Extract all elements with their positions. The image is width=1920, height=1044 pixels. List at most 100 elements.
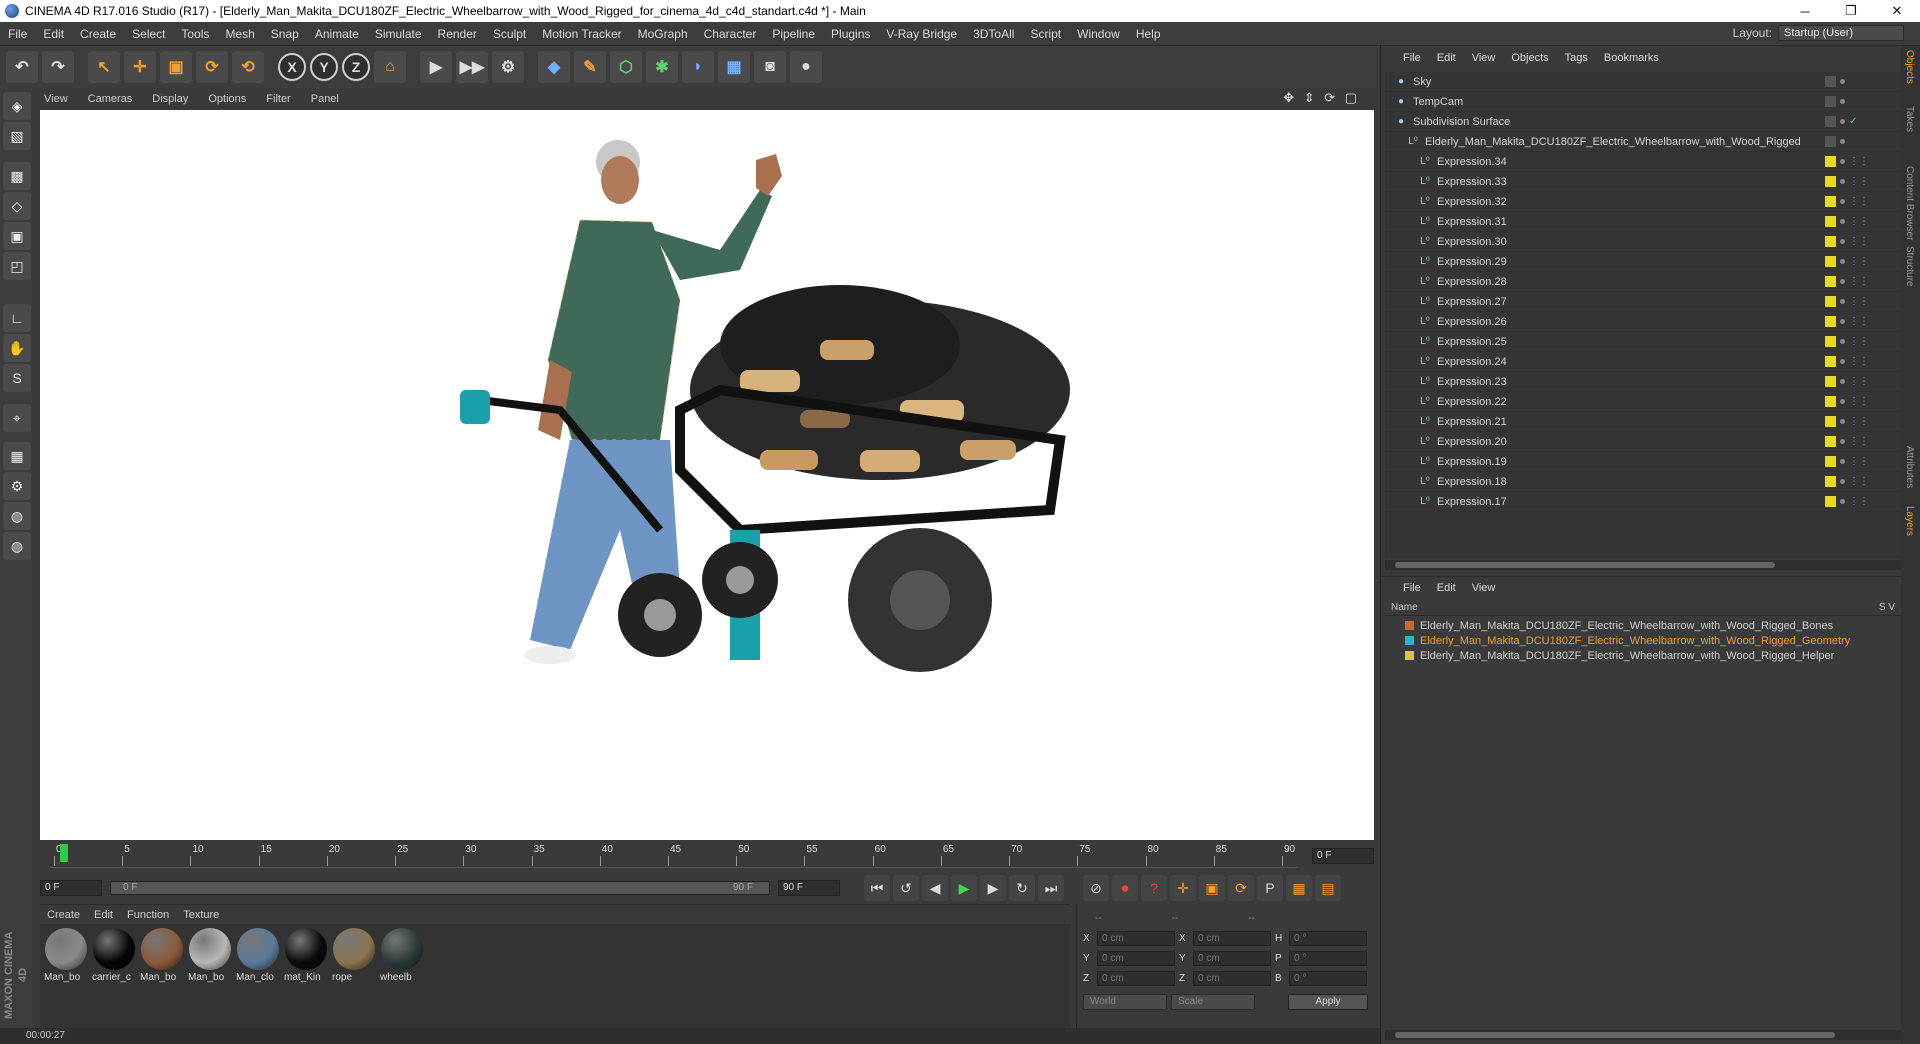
left-palette-tool-9[interactable]: ⌖ <box>3 404 31 432</box>
menu-snap[interactable]: Snap <box>263 27 307 41</box>
render-settings-button[interactable]: ⚙ <box>492 51 524 83</box>
menu-animate[interactable]: Animate <box>307 27 367 41</box>
material-swatch[interactable]: Man_bo <box>188 928 232 1024</box>
left-palette-tool-4[interactable]: ▣ <box>3 222 31 250</box>
coord-size-field[interactable]: 0 cm <box>1193 970 1271 986</box>
key-parameter-button[interactable]: P <box>1257 875 1283 901</box>
next-frame-button[interactable]: ▶ <box>980 875 1006 901</box>
object-menu-objects[interactable]: Objects <box>1503 52 1556 64</box>
menu-mograph[interactable]: MoGraph <box>630 27 696 41</box>
timeline[interactable]: 0 5 10 15 20 25 30 35 40 45 50 55 60 65 70 75 80 85 90 0 F <box>40 842 1374 872</box>
visibility-dot[interactable] <box>1840 79 1845 84</box>
vertical-tab-objects[interactable]: Objects <box>1904 50 1915 84</box>
current-frame-field[interactable]: 0 F <box>1312 848 1374 864</box>
object-flags[interactable]: ⋮⋮ <box>1825 316 1869 327</box>
floor-button[interactable]: ▦ <box>718 51 750 83</box>
object-flags[interactable] <box>1825 136 1849 147</box>
material-swatch[interactable]: Man_bo <box>44 928 88 1024</box>
material-swatch[interactable]: wheelb <box>380 928 424 1024</box>
material-menu-function[interactable]: Function <box>120 909 176 921</box>
minimize-button[interactable]: ─ <box>1782 0 1828 22</box>
menu-window[interactable]: Window <box>1069 27 1128 41</box>
object-row[interactable]: L⁰ Expression.25 ⋮⋮ <box>1385 332 1901 352</box>
menu-mesh[interactable]: Mesh <box>217 27 262 41</box>
layout-dropdown[interactable]: Startup (User) <box>1778 25 1904 41</box>
object-row[interactable]: L⁰ Expression.29 ⋮⋮ <box>1385 252 1901 272</box>
left-palette-tool-6[interactable]: ∟ <box>3 304 31 332</box>
vertical-tab-attributes[interactable]: Attributes <box>1904 446 1915 488</box>
menu-help[interactable]: Help <box>1128 27 1169 41</box>
prev-frame-button[interactable]: ◀ <box>922 875 948 901</box>
viewport-navigation-icons[interactable]: ✥ ⇕ ⟳ ▢ <box>1283 90 1360 106</box>
recent-tool-button[interactable]: ⟲ <box>232 51 264 83</box>
coord-pos-field[interactable]: 0 cm <box>1097 970 1175 986</box>
object-menu-bookmarks[interactable]: Bookmarks <box>1596 52 1667 64</box>
visibility-dot[interactable] <box>1840 459 1845 464</box>
layer-color-swatch[interactable] <box>1405 636 1414 645</box>
play-button[interactable]: ▶ <box>951 875 977 901</box>
object-scroll-thumb[interactable] <box>1395 562 1775 568</box>
menu-select[interactable]: Select <box>124 27 173 41</box>
vertical-tab-layers[interactable]: Layers <box>1904 506 1915 536</box>
object-flags[interactable]: ⋮⋮ <box>1825 336 1869 347</box>
layer-scroll-thumb[interactable] <box>1395 1032 1835 1038</box>
coord-pos-field[interactable]: 0 cm <box>1097 950 1175 966</box>
object-menu-tags[interactable]: Tags <box>1557 52 1596 64</box>
vertical-tab-content-browser[interactable]: Content Browser <box>1904 166 1915 240</box>
visibility-dot[interactable] <box>1840 499 1845 504</box>
spline-pen-button[interactable]: ✎ <box>574 51 606 83</box>
object-menu-file[interactable]: File <box>1395 52 1429 64</box>
scale-tool-button[interactable]: ▣ <box>160 51 192 83</box>
object-row[interactable]: ● TempCam <box>1385 92 1901 112</box>
object-row[interactable]: L⁰ Expression.33 ⋮⋮ <box>1385 172 1901 192</box>
autokey-off-button[interactable]: ⊘ <box>1083 875 1109 901</box>
object-row[interactable]: L⁰ Expression.20 ⋮⋮ <box>1385 432 1901 452</box>
close-button[interactable]: ✕ <box>1874 0 1920 22</box>
coord-rot-field[interactable]: 0 ° <box>1289 950 1367 966</box>
object-row[interactable]: L⁰ Expression.31 ⋮⋮ <box>1385 212 1901 232</box>
viewport-menu-cameras[interactable]: Cameras <box>78 93 143 105</box>
layer-row[interactable]: Elderly_Man_Makita_DCU180ZF_Electric_Whe… <box>1385 618 1901 633</box>
coordinate-system-button[interactable]: ⌂ <box>374 51 406 83</box>
material-menu-edit[interactable]: Edit <box>87 909 120 921</box>
move-tool-button[interactable]: ✛ <box>124 51 156 83</box>
visibility-dot[interactable] <box>1840 259 1845 264</box>
material-swatch[interactable]: Man_bo <box>140 928 184 1024</box>
viewport-menu-panel[interactable]: Panel <box>301 93 349 105</box>
object-flags[interactable]: ⋮⋮ <box>1825 176 1869 187</box>
menu-file[interactable]: File <box>0 27 35 41</box>
object-row[interactable]: L⁰ Expression.30 ⋮⋮ <box>1385 232 1901 252</box>
object-menu-view[interactable]: View <box>1464 52 1504 64</box>
viewport-menu-options[interactable]: Options <box>198 93 256 105</box>
material-menu-texture[interactable]: Texture <box>176 909 226 921</box>
prev-key-button[interactable]: ↺ <box>893 875 919 901</box>
layer-row[interactable]: Elderly_Man_Makita_DCU180ZF_Electric_Whe… <box>1385 648 1901 663</box>
key-pla-button[interactable]: ▦ <box>1286 875 1312 901</box>
visibility-dot[interactable] <box>1840 399 1845 404</box>
object-row[interactable]: L⁰ Expression.22 ⋮⋮ <box>1385 392 1901 412</box>
object-row[interactable]: L⁰ Expression.24 ⋮⋮ <box>1385 352 1901 372</box>
left-palette-tool-3[interactable]: ◇ <box>3 192 31 220</box>
timeline-ruler[interactable]: 0 5 10 15 20 25 30 35 40 45 50 55 60 65 70 75 80 85 90 <box>50 842 1298 868</box>
layer-menu-view[interactable]: View <box>1464 582 1504 594</box>
object-flags[interactable] <box>1825 76 1849 87</box>
visibility-dot[interactable] <box>1840 299 1845 304</box>
render-view-button[interactable]: ▶ <box>420 51 452 83</box>
object-flags[interactable]: ⋮⋮ <box>1825 236 1869 247</box>
autokey-help-button[interactable]: ? <box>1141 875 1167 901</box>
cube-object-button[interactable]: ◆ <box>538 51 570 83</box>
object-row[interactable]: L⁰ Expression.34 ⋮⋮ <box>1385 152 1901 172</box>
layer-scrollbar[interactable] <box>1385 1030 1901 1040</box>
x-axis-lock-button[interactable]: X <box>278 53 306 81</box>
nurbs-button[interactable]: ⬡ <box>610 51 642 83</box>
key-scale-button[interactable]: ▣ <box>1199 875 1225 901</box>
layer-color-swatch[interactable] <box>1405 651 1414 660</box>
layer-row[interactable]: Elderly_Man_Makita_DCU180ZF_Electric_Whe… <box>1385 633 1901 648</box>
coord-rot-field[interactable]: 0 ° <box>1289 930 1367 946</box>
object-row[interactable]: L⁰ Expression.19 ⋮⋮ <box>1385 452 1901 472</box>
coord-size-field[interactable]: 0 cm <box>1193 930 1271 946</box>
visibility-dot[interactable] <box>1840 319 1845 324</box>
object-flags[interactable]: ⋮⋮ <box>1825 476 1869 487</box>
object-flags[interactable]: ✓ <box>1825 116 1857 127</box>
menu-motion-tracker[interactable]: Motion Tracker <box>534 27 629 41</box>
